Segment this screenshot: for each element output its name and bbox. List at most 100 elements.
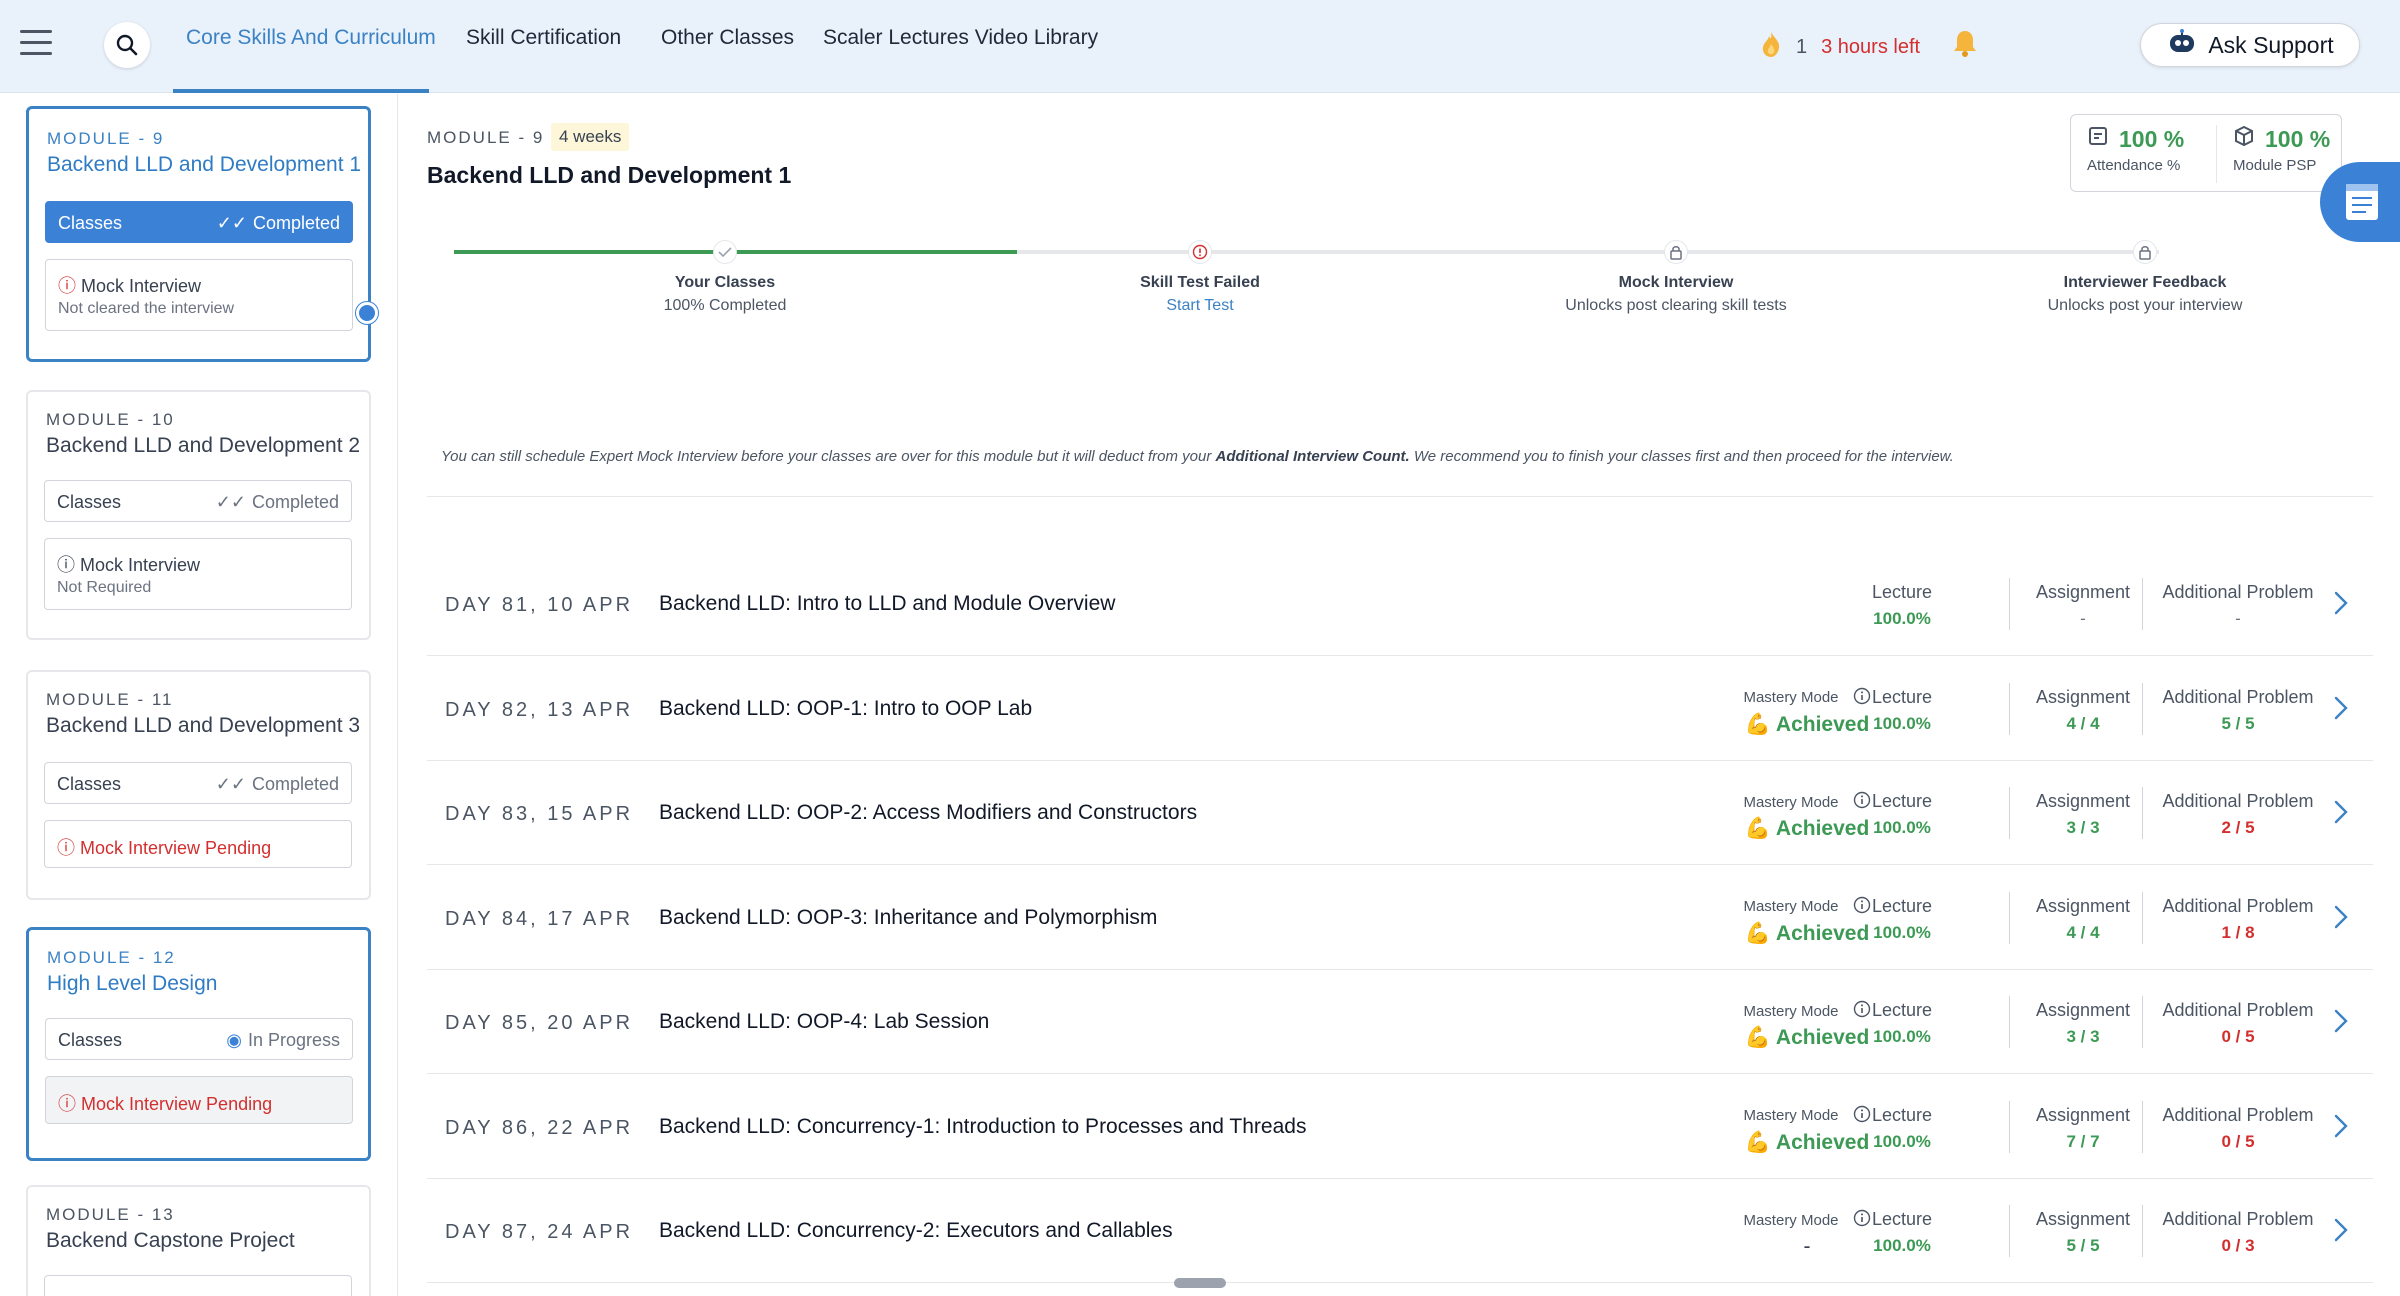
chevron-right-icon[interactable]	[2333, 904, 2349, 935]
top-nav-bar: Core Skills And Curriculum Skill Certifi…	[0, 0, 2400, 93]
additional-value: 0 / 5	[2221, 1027, 2255, 1046]
step-title: Skill Test Failed	[1140, 274, 1260, 291]
day-title[interactable]: Backend LLD: Concurrency-2: Executors an…	[659, 1219, 1173, 1243]
assignment-value: 3 / 3	[2066, 1027, 2100, 1046]
day-title[interactable]: Backend LLD: OOP-1: Intro to OOP Lab	[659, 697, 1032, 721]
step-sub: Unlocks post clearing skill tests	[1565, 297, 1787, 314]
mock-interview-label: Mock Interview Pending	[81, 1094, 273, 1114]
classes-status-row[interactable]: Classes ✓✓ Completed	[45, 201, 353, 243]
day-title[interactable]: Backend LLD: OOP-2: Access Modifiers and…	[659, 801, 1197, 825]
start-test-link[interactable]: Start Test	[1166, 297, 1233, 315]
mock-interview-row[interactable]: ⓘ Mock Interview Not cleared the intervi…	[45, 259, 353, 331]
search-icon[interactable]	[104, 22, 150, 68]
notes-button[interactable]	[2320, 162, 2400, 242]
additional-label: Additional Problem	[2162, 1209, 2314, 1229]
module-card-13[interactable]: MODULE - 13 Backend Capstone Project	[26, 1185, 371, 1296]
menu-icon[interactable]	[20, 30, 52, 58]
divider	[2142, 578, 2143, 630]
day-row[interactable]: DAY 84, 17 APR Backend LLD: OOP-3: Inheri…	[427, 866, 2373, 970]
day-row[interactable]: DAY 83, 15 APR Backend LLD: OOP-2: Access…	[427, 761, 2373, 865]
chevron-right-icon[interactable]	[2333, 1113, 2349, 1144]
lecture-label: Lecture	[1871, 1104, 1933, 1125]
assignment-label: Assignment	[2035, 686, 2131, 707]
chevron-right-icon[interactable]	[2333, 695, 2349, 726]
assignment-label: Assignment	[2035, 1104, 2131, 1125]
additional-value: 1 / 8	[2221, 922, 2255, 942]
attendance-icon	[2087, 125, 2109, 153]
additional-value: 0 / 3	[2221, 1236, 2255, 1255]
tab-skill-certification[interactable]: Skill Certification	[466, 26, 621, 50]
in-progress-icon: ◉	[226, 1030, 242, 1050]
assignment-value: 7 / 7	[2066, 1131, 2100, 1151]
psp-stat: 100 % Module PSP	[2233, 125, 2330, 175]
day-row[interactable]: DAY 81, 10 APR Backend LLD: Intro to LLD …	[427, 552, 2373, 656]
mock-interview-label: Mock Interview	[81, 276, 202, 296]
module-card-10[interactable]: MODULE - 10 Backend LLD and Development …	[26, 390, 371, 640]
module-number: MODULE - 13	[46, 1205, 175, 1224]
module-card-11[interactable]: MODULE - 11 Backend LLD and Development …	[26, 670, 371, 900]
divider	[2142, 996, 2143, 1048]
double-check-icon: ✓✓	[215, 492, 246, 512]
day-row[interactable]: DAY 87, 24 APR Backend LLD: Concurrency-2…	[427, 1179, 2373, 1283]
lecture-metric: Lecture 100.0%	[1842, 1209, 1962, 1256]
assignment-label: Assignment	[2035, 791, 2131, 811]
additional-problem-metric: Additional Problem -	[2153, 582, 2323, 629]
mock-interview-row[interactable]: ⓘ Mock Interview Pending	[45, 1076, 353, 1124]
chevron-right-icon[interactable]	[2333, 799, 2349, 830]
additional-problem-metric: Additional Problem 0 / 5	[2153, 1105, 2323, 1152]
classes-status-row[interactable]: Classes ✓✓ Completed	[44, 762, 352, 804]
bell-icon[interactable]	[1952, 28, 1978, 63]
day-row[interactable]: DAY 86, 22 APR Backend LLD: Concurrency-1…	[427, 1075, 2373, 1179]
additional-label: Additional Problem	[2162, 1104, 2314, 1125]
day-title[interactable]: Backend LLD: Intro to LLD and Module Ove…	[659, 592, 1115, 616]
mock-interview-row[interactable]: ⓘ Mock Interview Not Required	[44, 538, 352, 610]
day-date: DAY 85, 20 APR	[445, 1012, 634, 1034]
mock-interview-row[interactable]: ⓘ Mock Interview Pending	[44, 820, 352, 868]
assignment-metric: Assignment 3 / 3	[2023, 1000, 2143, 1047]
robot-icon	[2166, 29, 2198, 61]
module-number: MODULE - 12	[47, 948, 176, 967]
mastery-label: Mastery Mode	[1743, 793, 1839, 811]
module-title: Backend LLD and Development 1	[47, 153, 362, 176]
day-title[interactable]: Backend LLD: OOP-3: Inheritance and Poly…	[659, 906, 1157, 930]
streak-indicator[interactable]: 1 3 hours left	[1760, 30, 1920, 64]
classes-status: Completed	[251, 774, 339, 794]
chevron-right-icon[interactable]	[2333, 1008, 2349, 1039]
assignment-metric: Assignment 3 / 3	[2023, 791, 2143, 838]
cube-icon	[2233, 125, 2255, 153]
chevron-right-icon[interactable]	[2333, 1217, 2349, 1248]
additional-label: Additional Problem	[2162, 686, 2314, 707]
additional-value: -	[2235, 609, 2241, 628]
lecture-metric: Lecture 100.0%	[1842, 582, 1962, 629]
lecture-label: Lecture	[1871, 582, 1933, 602]
day-date: DAY 84, 17 APR	[445, 907, 634, 930]
classes-status-row[interactable]: Classes ✓✓ Completed	[44, 480, 352, 522]
chevron-right-icon[interactable]	[2333, 590, 2349, 621]
day-date: DAY 87, 24 APR	[445, 1221, 634, 1243]
module-title: Backend LLD and Development 3	[46, 714, 361, 737]
classes-status-row[interactable]: Classes ◉ In Progress	[45, 1018, 353, 1060]
module-card-12[interactable]: MODULE - 12 High Level Design Classes ◉ …	[26, 927, 371, 1161]
ask-support-button[interactable]: Ask Support	[2140, 23, 2360, 67]
divider	[2009, 682, 2010, 735]
additional-value: 5 / 5	[2221, 713, 2255, 733]
day-title[interactable]: Backend LLD: OOP-4: Lab Session	[659, 1010, 989, 1034]
day-row[interactable]: DAY 85, 20 APR Backend LLD: OOP-4: Lab Se…	[427, 970, 2373, 1074]
additional-label: Additional Problem	[2162, 1000, 2314, 1020]
tab-core-skills[interactable]: Core Skills And Curriculum	[186, 26, 436, 50]
classes-label: Classes	[58, 1030, 123, 1050]
day-title[interactable]: Backend LLD: Concurrency-1: Introduction…	[659, 1115, 1306, 1139]
module-sidebar: MODULE - 9 Backend LLD and Development 1…	[0, 94, 398, 1296]
lecture-value: 100.0%	[1873, 1131, 1931, 1151]
step-title: Interviewer Feedback	[2063, 274, 2227, 291]
divider	[2009, 578, 2010, 630]
tab-video-library[interactable]: Scaler Lectures Video Library	[823, 26, 1098, 50]
classes-status-row[interactable]	[44, 1275, 352, 1296]
scrollbar-handle[interactable]	[1174, 1278, 1226, 1288]
mock-interview-sub: Not cleared the interview	[58, 300, 235, 317]
tab-other-classes[interactable]: Other Classes	[661, 26, 794, 50]
module-card-9[interactable]: MODULE - 9 Backend LLD and Development 1…	[26, 106, 371, 362]
mastery-label: Mastery Mode	[1743, 1211, 1839, 1229]
classes-status: Completed	[251, 492, 339, 512]
day-row[interactable]: DAY 82, 13 APR Backend LLD: OOP-1: Intro …	[427, 657, 2373, 761]
